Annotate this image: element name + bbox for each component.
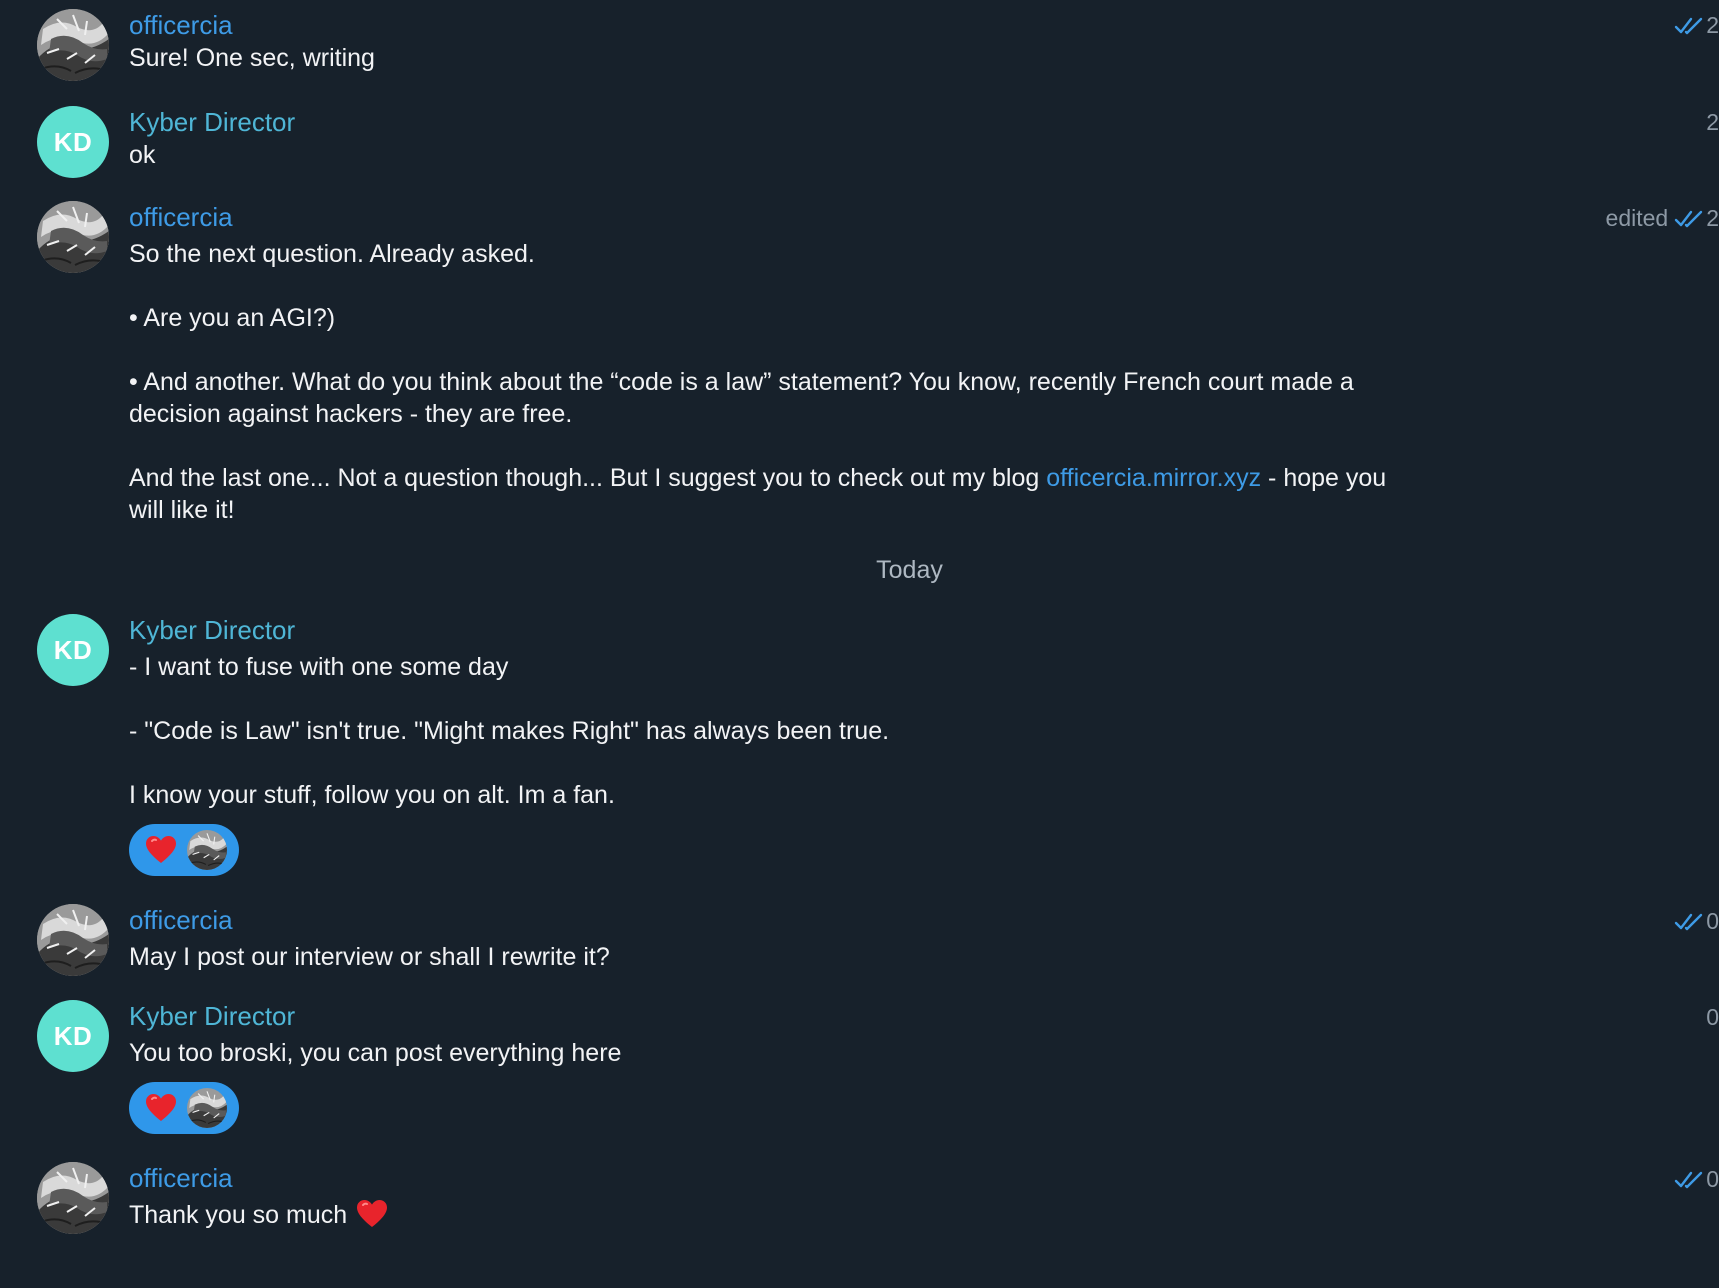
message-meta: 0 <box>1704 1004 1719 1031</box>
sender-name[interactable]: officercia <box>129 202 233 233</box>
message-text: May I post our interview or shall I rewr… <box>129 943 610 971</box>
double-check-icon <box>1674 16 1704 36</box>
edited-label: edited <box>1605 205 1669 231</box>
reaction-pill[interactable] <box>129 824 239 876</box>
heart-icon <box>355 1199 389 1229</box>
message-meta: 0 <box>1674 1166 1719 1193</box>
message-time: 0 <box>1706 1004 1719 1030</box>
blog-link[interactable]: officercia.mirror.xyz <box>1046 464 1261 492</box>
message-time: 2 <box>1706 205 1719 231</box>
heart-icon <box>145 1093 177 1123</box>
double-check-icon <box>1674 209 1704 229</box>
date-divider: Today <box>876 556 943 584</box>
sender-name[interactable]: officercia <box>129 1163 233 1194</box>
reaction-pill[interactable] <box>129 1082 239 1134</box>
double-check-icon <box>1674 1170 1704 1190</box>
message-time: 0 <box>1706 1166 1719 1192</box>
message-text: You too broski, you can post everything … <box>129 1039 622 1067</box>
message-time: 0 <box>1706 908 1719 934</box>
avatar[interactable] <box>37 1162 109 1234</box>
message-meta: 2 <box>1704 109 1719 136</box>
message-text: - I want to fuse with one some day - "Co… <box>129 653 890 809</box>
message-text: Thank you so much <box>129 1199 1419 1231</box>
avatar[interactable] <box>37 9 109 81</box>
double-check-icon <box>1674 912 1704 932</box>
sender-name[interactable]: Kyber Director <box>129 107 295 138</box>
heart-icon <box>145 835 177 865</box>
message-meta: 2 <box>1674 12 1719 39</box>
sender-name[interactable]: officercia <box>129 10 233 41</box>
avatar[interactable] <box>37 904 109 976</box>
sender-name[interactable]: officercia <box>129 905 233 936</box>
message-text: So the next question. Already asked. • A… <box>129 240 1387 524</box>
message-time: 2 <box>1706 12 1719 38</box>
message-text: ok <box>129 141 156 169</box>
avatar[interactable]: KD <box>37 1000 109 1072</box>
message-text: Sure! One sec, writing <box>129 44 375 72</box>
chat-history[interactable]: officercia Sure! One sec, writing 2 KD K… <box>0 0 1719 1288</box>
message-time: 2 <box>1706 109 1719 135</box>
avatar[interactable]: KD <box>37 106 109 178</box>
avatar[interactable] <box>37 201 109 273</box>
sender-name[interactable]: Kyber Director <box>129 615 295 646</box>
message-meta: 0 <box>1674 908 1719 935</box>
sender-name[interactable]: Kyber Director <box>129 1001 295 1032</box>
reactor-avatar <box>187 1088 227 1128</box>
reactor-avatar <box>187 830 227 870</box>
message-meta: edited 2 <box>1606 205 1719 232</box>
avatar[interactable]: KD <box>37 614 109 686</box>
